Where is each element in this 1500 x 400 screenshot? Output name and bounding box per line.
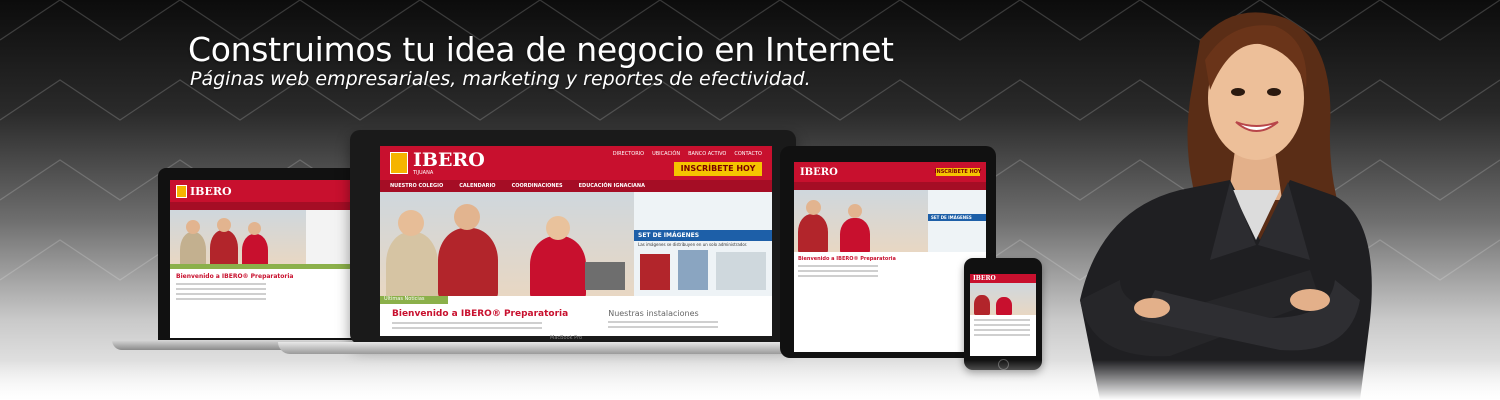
panel-title: SET DE IMÁGENES xyxy=(634,230,772,241)
enroll-button[interactable]: INSCRÍBETE HOY xyxy=(674,161,762,176)
laptop-welcome: Bienvenido a IBERO® Preparatoria xyxy=(176,273,294,280)
monitor-screen: IBERO TIJUANA DIRECTORIO UBICACIÓN BANCO… xyxy=(380,146,772,336)
panel-sub: Las imágenes se distribuyen en un solo a… xyxy=(638,242,748,247)
tablet-screen: IBERO INSCRÍBETE HOY SET DE IMÁGENES Bie… xyxy=(794,162,986,352)
nav-item[interactable]: EDUCACIÓN IGNACIANA xyxy=(579,183,645,189)
phone-screen: IBERO xyxy=(970,274,1036,356)
logo-shield-icon xyxy=(390,152,408,174)
top-link[interactable]: UBICACIÓN xyxy=(652,151,680,157)
banner-headline: Construimos tu idea de negocio en Intern… xyxy=(188,30,894,69)
top-link[interactable]: BANCO ACTIVO xyxy=(688,151,726,157)
top-links: DIRECTORIO UBICACIÓN BANCO ACTIVO CONTAC… xyxy=(613,151,762,157)
monitor-logo: IBERO xyxy=(413,148,485,171)
site-logo: IBERO xyxy=(190,184,232,198)
laptop-in-photo xyxy=(585,262,625,290)
nav-item[interactable]: CALENDARIO xyxy=(459,183,495,189)
banner-subline: Páginas web empresariales, marketing y r… xyxy=(190,68,811,90)
businesswoman-photo xyxy=(1080,12,1372,400)
logo-shield-icon xyxy=(176,184,187,198)
bottom-fade xyxy=(0,360,1500,400)
tablet-logo: IBERO xyxy=(800,166,838,178)
news-strip: Últimas Noticias xyxy=(380,296,448,304)
hero-banner: Construimos tu idea de negocio en Intern… xyxy=(0,0,1500,400)
top-link[interactable]: CONTACTO xyxy=(734,151,762,157)
desktop-monitor: IBERO TIJUANA DIRECTORIO UBICACIÓN BANCO… xyxy=(278,130,868,370)
tablet-welcome: Bienvenido a IBERO® Preparatoria xyxy=(798,256,896,262)
facilities-heading: Nuestras instalaciones xyxy=(608,309,699,318)
nav-item[interactable]: NUESTRO COLEGIO xyxy=(390,183,443,189)
top-link[interactable]: DIRECTORIO xyxy=(613,151,644,157)
laptop-screen: IBERO Bienvenido a IBERO® Preparatoria xyxy=(170,180,356,338)
tablet-cta[interactable]: INSCRÍBETE HOY xyxy=(935,168,981,176)
tablet-panel-title: SET DE IMÁGENES xyxy=(928,214,986,221)
welcome-heading: Bienvenido a IBERO® Preparatoria xyxy=(392,309,569,319)
phone-device: IBERO xyxy=(964,258,1042,370)
phone-logo: IBERO xyxy=(973,275,996,282)
laptop-brand: MacBook Pro xyxy=(550,335,583,341)
nav-item[interactable]: COORDINACIONES xyxy=(512,183,563,189)
